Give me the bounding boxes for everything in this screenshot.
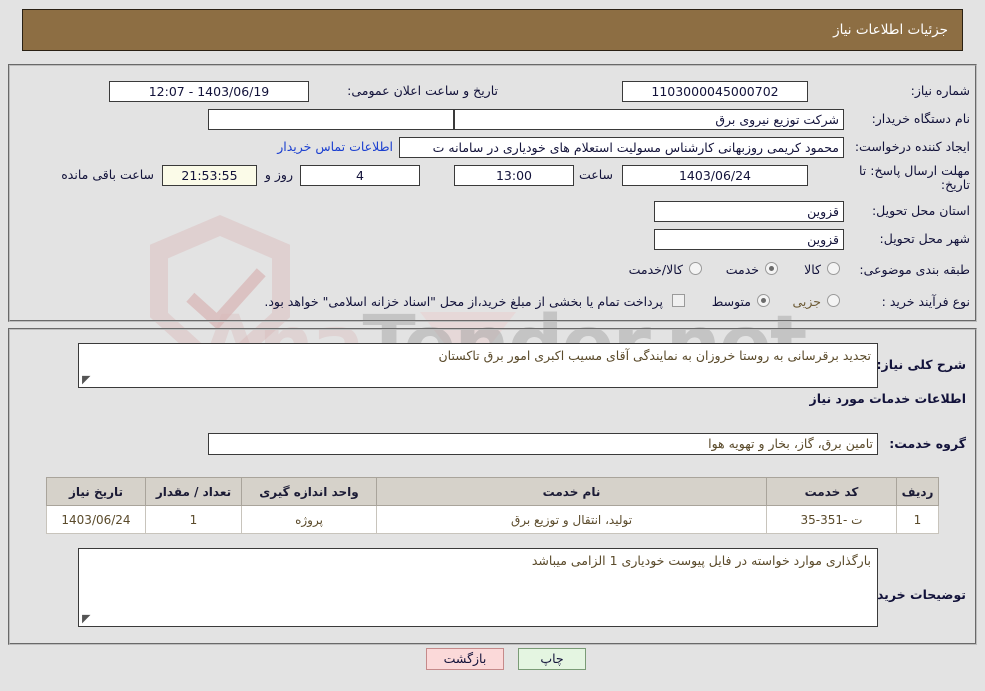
- page-header: جزئیات اطلاعات نیاز: [22, 9, 963, 51]
- purchase-type-radio-jozee[interactable]: [827, 294, 840, 307]
- treasury-bond-label: پرداخت تمام یا بخشی از مبلغ خرید،از محل …: [264, 294, 663, 309]
- category-radio-kala[interactable]: [827, 262, 840, 275]
- page-title: جزئیات اطلاعات نیاز: [833, 22, 948, 38]
- table-header-row: ردیف کد خدمت نام خدمت واحد اندازه گیری ت…: [46, 477, 939, 506]
- deadline-countdown-field: 21:53:55: [162, 165, 257, 186]
- delivery-city-label: شهر محل تحویل:: [879, 231, 970, 246]
- buyer-contact-link[interactable]: اطلاعات تماس خریدار: [277, 140, 393, 154]
- deadline-countdown-label: ساعت باقی مانده: [61, 167, 154, 182]
- public-announce-label: تاریخ و ساعت اعلان عمومی:: [347, 83, 498, 98]
- col-need-date: تاریخ نیاز: [46, 477, 146, 506]
- need-details-panel: [8, 64, 977, 322]
- category-radio-khedmat[interactable]: [765, 262, 778, 275]
- deadline-time-field[interactable]: 13:00: [454, 165, 574, 186]
- requester-label: ایجاد کننده درخواست:: [854, 139, 970, 154]
- need-summary-label: شرح کلی نیاز:: [876, 357, 966, 372]
- col-service-name: نام خدمت: [376, 477, 767, 506]
- delivery-province-label: استان محل تحویل:: [871, 203, 970, 218]
- col-quantity: تعداد / مقدار: [145, 477, 242, 506]
- need-number-label: شماره نیاز:: [910, 83, 970, 98]
- category-radio-kala-khedmat[interactable]: [689, 262, 702, 275]
- delivery-city-field[interactable]: قزوین: [654, 229, 844, 250]
- purchase-type-label-motevaset: متوسط: [711, 294, 751, 309]
- print-button[interactable]: چاپ: [518, 648, 586, 670]
- category-label-kala: کالا: [804, 262, 821, 277]
- cell-radif: 1: [896, 505, 939, 534]
- cell-unit: پروژه: [241, 505, 377, 534]
- deadline-hour-label: ساعت: [578, 167, 613, 182]
- delivery-province-field[interactable]: قزوین: [654, 201, 844, 222]
- cell-quantity: 1: [145, 505, 242, 534]
- services-section-heading: اطلاعات خدمات مورد نیاز: [809, 391, 967, 406]
- category-label: طبقه بندی موضوعی:: [859, 262, 970, 277]
- back-button[interactable]: بازگشت: [426, 648, 504, 670]
- category-label-khedmat: خدمت: [725, 262, 759, 277]
- public-announce-field[interactable]: 1403/06/19 - 12:07: [109, 81, 309, 102]
- resize-grip-icon-notes[interactable]: ◥: [82, 612, 92, 625]
- cell-need-date: 1403/06/24: [46, 505, 146, 534]
- requester-field[interactable]: محمود کریمی روزبهانی کارشناس مسولیت استع…: [399, 137, 844, 158]
- deadline-days-field[interactable]: 4: [300, 165, 420, 186]
- buyer-notes-text: بارگذاری موارد خواسته در فایل پیوست خودی…: [531, 553, 871, 568]
- deadline-date-field[interactable]: 1403/06/24: [622, 165, 808, 186]
- services-table: ردیف کد خدمت نام خدمت واحد اندازه گیری ت…: [46, 477, 939, 534]
- buyer-org-secondary-field[interactable]: [208, 109, 454, 130]
- need-number-field[interactable]: 1103000045000702: [622, 81, 808, 102]
- deadline-days-unit-label: روز و: [264, 167, 293, 182]
- cell-service-code: ت -351-35: [766, 505, 897, 534]
- purchase-type-radio-motevaset[interactable]: [757, 294, 770, 307]
- resize-grip-icon[interactable]: ◥: [82, 373, 92, 386]
- col-unit: واحد اندازه گیری: [241, 477, 377, 506]
- buyer-org-label: نام دستگاه خریدار:: [871, 111, 970, 126]
- service-group-field[interactable]: تامین برق، گاز، بخار و تهویه هوا: [208, 433, 878, 455]
- buyer-org-field[interactable]: شرکت توزیع نیروی برق: [454, 109, 844, 130]
- purchase-type-label: نوع فرآیند خرید :: [881, 294, 970, 309]
- purchase-type-label-jozee: جزیی: [792, 294, 821, 309]
- buyer-notes-textarea[interactable]: بارگذاری موارد خواسته در فایل پیوست خودی…: [78, 548, 878, 627]
- col-service-code: کد خدمت: [766, 477, 897, 506]
- col-radif: ردیف: [896, 477, 939, 506]
- service-group-label: گروه خدمت:: [889, 436, 966, 451]
- treasury-bond-checkbox[interactable]: [672, 294, 685, 307]
- cell-service-name: تولید، انتقال و توزیع برق: [376, 505, 767, 534]
- need-summary-text: تجدید برقرسانی به روستا خروزان به نمایند…: [438, 348, 872, 363]
- deadline-label: مهلت ارسال پاسخ: تا تاریخ:: [859, 163, 970, 192]
- need-summary-textarea[interactable]: تجدید برقرسانی به روستا خروزان به نمایند…: [78, 343, 878, 388]
- table-row: 1 ت -351-35 تولید، انتقال و توزیع برق پر…: [46, 505, 939, 534]
- category-label-kala-khedmat: کالا/خدمت: [628, 262, 683, 277]
